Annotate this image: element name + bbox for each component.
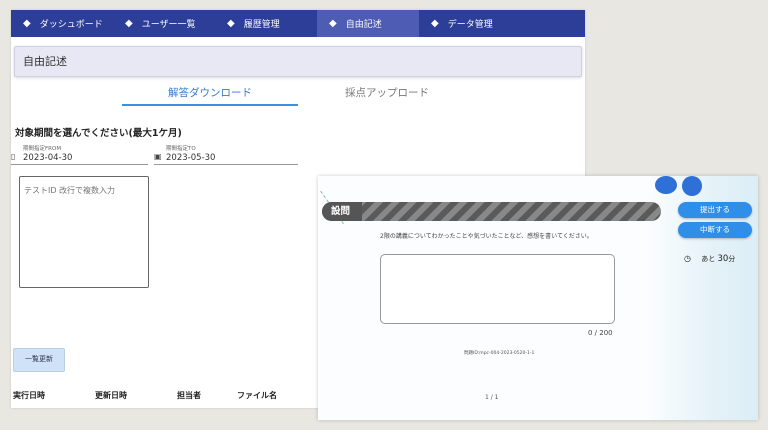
nav-item-dashboard[interactable]: ◆ ダッシュボード <box>11 10 113 37</box>
date-to-value: 2023-05-30 <box>166 153 216 163</box>
top-nav: ◆ ダッシュボード ◆ ユーザー一覧 ◆ 履歴管理 ◆ 自由記述 ◆ データ管理 <box>11 10 585 37</box>
nav-item-history[interactable]: ◆ 履歴管理 <box>215 10 317 37</box>
submit-button[interactable]: 提出する <box>678 202 752 218</box>
date-from-caption: 期間指定FROM <box>23 146 62 152</box>
col-executed-at: 実行日時 <box>13 391 45 400</box>
page-title: 自由記述 <box>14 46 582 77</box>
nav-item-users[interactable]: ◆ ユーザー一覧 <box>113 10 215 37</box>
date-from-value: 2023-04-30 <box>23 153 73 163</box>
date-to-caption: 期間指定TO <box>166 146 196 152</box>
date-to-field[interactable]: ▣ 期間指定TO 2023-05-30 <box>154 144 298 165</box>
diamond-icon: ◆ <box>23 18 31 29</box>
col-assignee: 担当者 <box>177 391 201 400</box>
decor-dot <box>655 176 677 194</box>
pagination: 1 / 1 <box>485 394 499 401</box>
exam-window: 設問 提出する 中断する ◷ あと 30分 2限の講義についてわかったことや気づ… <box>318 176 758 420</box>
tab-answer-download[interactable]: 解答ダウンロード <box>122 84 298 106</box>
nav-item-label: データ管理 <box>447 20 493 30</box>
tab-bar: 解答ダウンロード 採点アップロード <box>11 84 585 106</box>
question-id: 問題ID:mpc-004-2023-0520-1-1 <box>464 351 535 356</box>
calendar-icon[interactable]: ▯ <box>11 152 15 161</box>
date-from-field[interactable]: ▯ 期間指定FROM 2023-04-30 <box>11 144 148 165</box>
time-remaining: ◷ あと 30分 <box>684 254 735 264</box>
timer-value: 30 <box>717 254 729 264</box>
clock-icon: ◷ <box>684 254 691 263</box>
question-header: 設問 <box>322 202 661 221</box>
period-label: 対象期間を選んでください(最大1ケ月) <box>15 128 182 139</box>
nav-item-label: 履歴管理 <box>243 20 280 30</box>
diamond-icon: ◆ <box>227 18 235 29</box>
tab-score-upload[interactable]: 採点アップロード <box>299 84 475 104</box>
timer-unit: 分 <box>728 255 736 263</box>
nav-item-data[interactable]: ◆ データ管理 <box>419 10 521 37</box>
decor-dot <box>682 176 702 196</box>
suspend-button[interactable]: 中断する <box>678 222 752 238</box>
nav-item-free-text[interactable]: ◆ 自由記述 <box>317 10 419 37</box>
question-text: 2限の講義についてわかったことや気づいたことなど、感想を書いてください。 <box>380 233 593 240</box>
nav-item-label: 自由記述 <box>345 20 382 30</box>
col-file-name: ファイル名 <box>237 391 277 400</box>
calendar-icon[interactable]: ▣ <box>154 152 162 161</box>
refresh-list-button[interactable]: 一覧更新 <box>13 348 65 372</box>
timer-prefix: あと <box>701 255 716 263</box>
diamond-icon: ◆ <box>431 18 439 29</box>
question-label: 設問 <box>331 206 351 217</box>
col-updated-at: 更新日時 <box>95 391 127 400</box>
diamond-icon: ◆ <box>329 18 337 29</box>
char-counter: 0 / 200 <box>588 329 613 337</box>
diamond-icon: ◆ <box>125 18 133 29</box>
test-id-input[interactable] <box>19 176 149 288</box>
answer-input[interactable] <box>380 254 615 324</box>
nav-item-label: ダッシュボード <box>39 20 103 30</box>
nav-item-label: ユーザー一覧 <box>141 20 196 30</box>
